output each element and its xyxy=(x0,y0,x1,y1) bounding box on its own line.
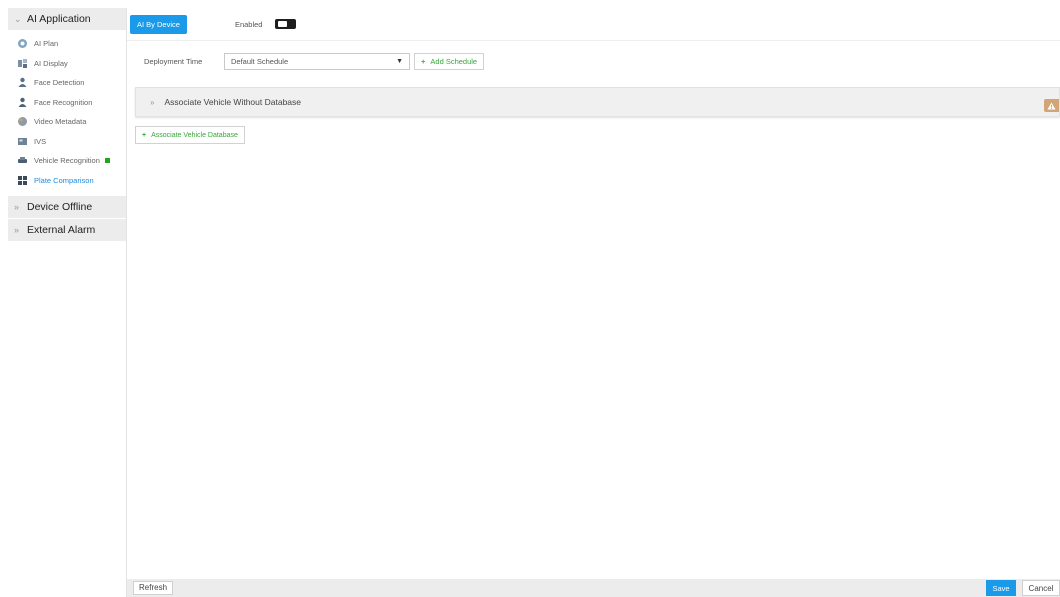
sidebar: ⌄ AI Application AI Plan AI Display Face… xyxy=(8,8,127,597)
add-schedule-label: Add Schedule xyxy=(430,57,478,66)
sidebar-item-label: AI Display xyxy=(34,58,68,68)
sidebar-item-label: Vehicle Recognition xyxy=(34,156,100,166)
chevron-right-icon: » xyxy=(14,202,20,212)
sidebar-item-ai-display[interactable]: AI Display xyxy=(8,54,126,74)
sidebar-item-label: IVS xyxy=(34,136,47,146)
save-button[interactable]: Save xyxy=(986,580,1016,596)
sidebar-item-ivs[interactable]: IVS xyxy=(8,132,126,152)
cancel-button[interactable]: Cancel xyxy=(1022,580,1060,596)
main-content: AI By Device Enabled Deployment Time Def… xyxy=(127,8,1060,597)
sidebar-group-external-alarm[interactable]: » External Alarm xyxy=(8,219,126,241)
sidebar-item-label: Plate Comparison xyxy=(34,175,94,185)
sidebar-item-face-detection[interactable]: Face Detection xyxy=(8,73,126,93)
topbar: AI By Device Enabled xyxy=(127,8,1060,41)
sidebar-item-label: AI Plan xyxy=(34,39,59,49)
sidebar-group-device-offline[interactable]: » Device Offline xyxy=(8,196,126,218)
ai-by-device-tab[interactable]: AI By Device xyxy=(130,14,187,34)
sidebar-item-ai-plan[interactable]: AI Plan xyxy=(8,34,126,54)
plate-comparison-icon xyxy=(17,175,28,186)
add-database-label: Associate Vehicle Database xyxy=(151,131,238,139)
chevron-right-icon: » xyxy=(14,225,20,235)
plus-icon: + xyxy=(142,131,147,139)
ai-plan-icon xyxy=(17,38,28,49)
footer-bar: Refresh Save Cancel xyxy=(127,579,1060,597)
sidebar-group-label: Device Offline xyxy=(27,201,93,213)
toggle-knob xyxy=(278,21,288,27)
schedule-select-value: Default Schedule xyxy=(231,57,289,66)
enabled-toggle[interactable] xyxy=(275,19,297,29)
sidebar-item-label: Face Detection xyxy=(34,78,85,88)
chevron-down-icon: ⌄ xyxy=(14,13,22,24)
face-recognition-icon xyxy=(17,97,28,108)
warning-icon[interactable] xyxy=(1044,99,1059,112)
face-detection-icon xyxy=(17,77,28,88)
deployment-time-label: Deployment Time xyxy=(144,57,203,66)
enabled-label: Enabled xyxy=(234,19,263,29)
associate-vehicle-database-button[interactable]: + Associate Vehicle Database xyxy=(135,126,245,144)
associate-without-database-panel[interactable]: » Associate Vehicle Without Database xyxy=(135,87,1060,117)
chevron-right-icon: » xyxy=(150,97,155,107)
video-metadata-icon xyxy=(17,116,28,127)
schedule-select[interactable]: Default Schedule ▼ xyxy=(224,53,410,70)
sidebar-group-label: AI Application xyxy=(27,13,91,25)
caret-down-icon: ▼ xyxy=(396,58,403,65)
sidebar-item-face-recognition[interactable]: Face Recognition xyxy=(8,93,126,113)
ivs-icon xyxy=(17,136,28,147)
deployment-time-row: Deployment Time Default Schedule ▼ + Add… xyxy=(130,53,485,70)
associate-panel-label: Associate Vehicle Without Database xyxy=(164,97,302,107)
sidebar-item-vehicle-recognition[interactable]: Vehicle Recognition xyxy=(8,151,126,171)
vehicle-recognition-icon xyxy=(17,155,28,166)
refresh-button[interactable]: Refresh xyxy=(133,581,174,595)
sidebar-group-ai-application[interactable]: ⌄ AI Application xyxy=(8,8,126,30)
sidebar-item-label: Face Recognition xyxy=(34,97,93,107)
status-indicator xyxy=(104,158,110,164)
sidebar-item-plate-comparison[interactable]: Plate Comparison xyxy=(8,171,126,191)
sidebar-group-label: External Alarm xyxy=(27,224,96,236)
sidebar-item-label: Video Metadata xyxy=(34,117,87,127)
ai-display-icon xyxy=(17,58,28,69)
sidebar-item-video-metadata[interactable]: Video Metadata xyxy=(8,112,126,132)
plus-icon: + xyxy=(421,57,426,66)
add-schedule-button[interactable]: + Add Schedule xyxy=(414,53,485,70)
